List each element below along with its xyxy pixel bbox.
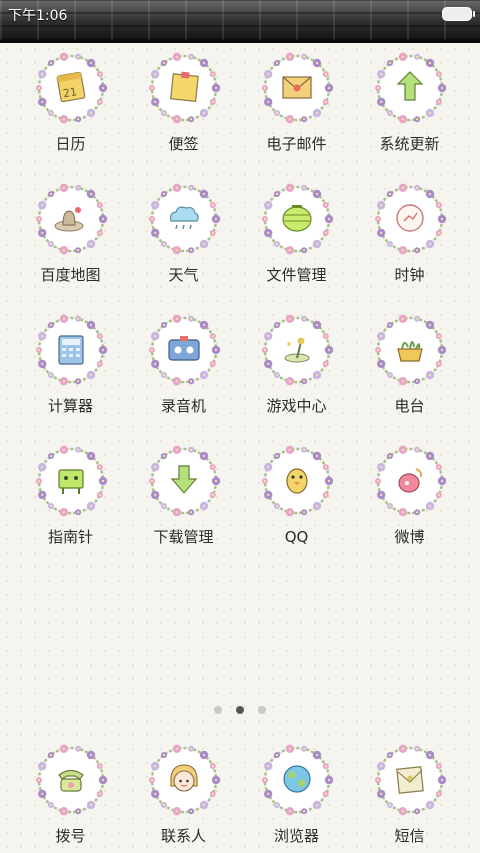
update-arrow-icon (372, 50, 448, 126)
app-label: 游戏中心 (266, 397, 327, 415)
app-file-manager[interactable]: 文件管理 (240, 175, 353, 285)
app-weather[interactable]: 天气 (127, 175, 240, 285)
clock-icon (372, 181, 448, 257)
app-label: 电台 (394, 397, 425, 415)
app-clock[interactable]: 时钟 (353, 175, 466, 285)
app-email[interactable]: 电子邮件 (240, 44, 353, 154)
page-indicator (0, 699, 480, 718)
app-label: 电子邮件 (266, 135, 327, 153)
radio-basket-icon (372, 312, 448, 388)
dock-browser[interactable]: 浏览器 (240, 736, 353, 846)
app-baidu-map[interactable]: 百度地图 (14, 175, 127, 285)
battery-icon (442, 7, 475, 21)
app-label: 下载管理 (153, 528, 214, 546)
svg-text:21: 21 (61, 85, 77, 100)
dock-phone[interactable]: 拨号 (14, 736, 127, 846)
weibo-icon (372, 443, 448, 519)
app-label: 拨号 (55, 827, 86, 845)
page-dot[interactable] (214, 706, 222, 714)
app-system-update[interactable]: 系统更新 (353, 44, 466, 154)
app-label: 录音机 (160, 397, 206, 415)
app-qq[interactable]: QQ (240, 437, 353, 547)
page-dot-active[interactable] (236, 706, 244, 714)
map-pin-icon (33, 181, 109, 257)
download-arrow-icon (146, 443, 222, 519)
app-compass[interactable]: 指南针 (14, 437, 127, 547)
calendar-icon: 21 (33, 50, 109, 126)
status-time: 下午1:06 (8, 8, 68, 24)
app-label: 便签 (168, 135, 199, 153)
cloud-icon (146, 181, 222, 257)
mail-icon (259, 50, 335, 126)
app-label: 指南针 (47, 528, 93, 546)
app-label: 时钟 (394, 266, 425, 284)
app-label: QQ (284, 528, 309, 546)
app-label: 短信 (394, 827, 425, 845)
status-bar: 下午1:06 (0, 0, 480, 43)
cassette-icon (146, 312, 222, 388)
envelope-icon (372, 742, 448, 818)
dock-messages[interactable]: 短信 (353, 736, 466, 846)
globe-icon (259, 742, 335, 818)
app-label: 天气 (168, 266, 199, 284)
app-label: 计算器 (47, 397, 93, 415)
joystick-icon (259, 312, 335, 388)
app-calculator[interactable]: 计算器 (14, 306, 127, 416)
app-label: 日历 (55, 135, 86, 153)
qq-penguin-icon (259, 443, 335, 519)
app-label: 微博 (394, 528, 425, 546)
app-notes[interactable]: 便签 (127, 44, 240, 154)
app-label: 联系人 (160, 827, 206, 845)
app-recorder[interactable]: 录音机 (127, 306, 240, 416)
dock-contacts[interactable]: 联系人 (127, 736, 240, 846)
calculator-icon (33, 312, 109, 388)
app-radio[interactable]: 电台 (353, 306, 466, 416)
app-label: 系统更新 (379, 135, 440, 153)
contact-girl-icon (146, 742, 222, 818)
app-label: 百度地图 (40, 266, 101, 284)
sticky-note-icon (146, 50, 222, 126)
folder-lantern-icon (259, 181, 335, 257)
phone-icon (33, 742, 109, 818)
app-label: 文件管理 (266, 266, 327, 284)
app-download-manager[interactable]: 下载管理 (127, 437, 240, 547)
app-game-center[interactable]: 游戏中心 (240, 306, 353, 416)
app-calendar[interactable]: 21 日历 (14, 44, 127, 154)
app-weibo[interactable]: 微博 (353, 437, 466, 547)
compass-robot-icon (33, 443, 109, 519)
page-dot[interactable] (258, 706, 266, 714)
app-label: 浏览器 (273, 827, 319, 845)
